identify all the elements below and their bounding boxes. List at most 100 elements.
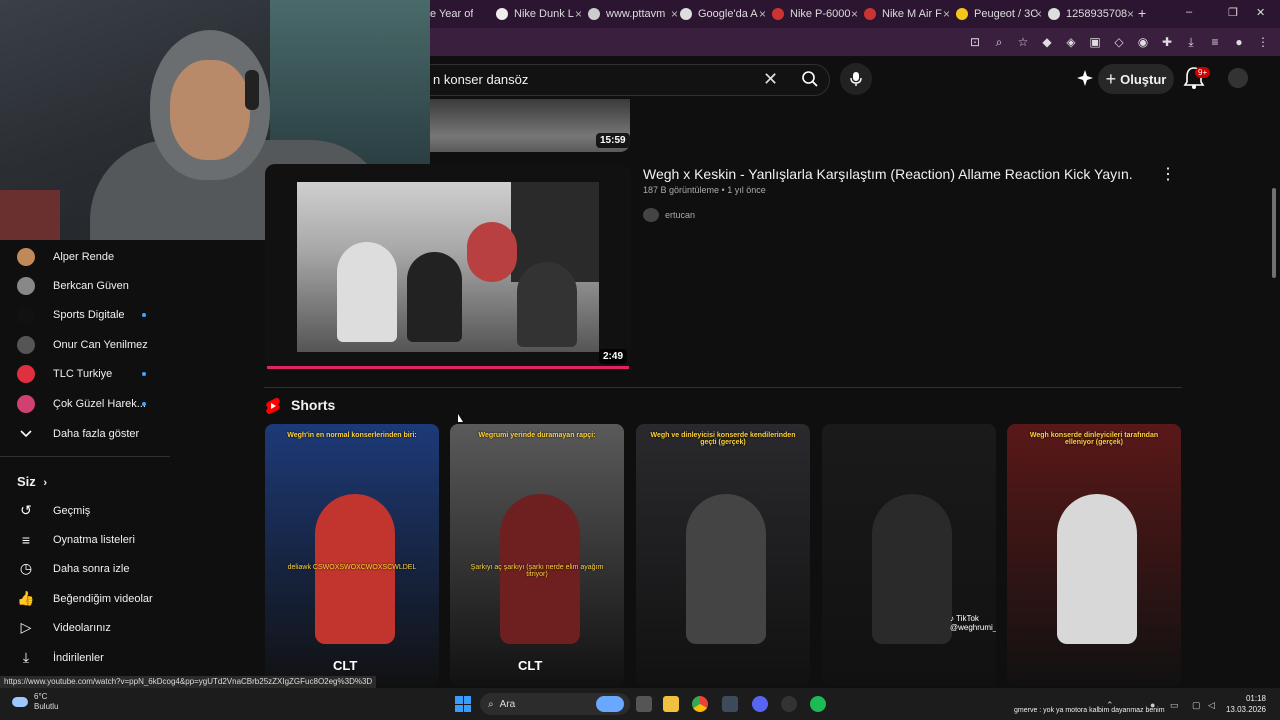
task-view-icon[interactable] — [636, 696, 652, 712]
account-avatar[interactable] — [1228, 68, 1248, 88]
sidebar-subscription-item[interactable]: Berkcan Güven — [0, 271, 170, 300]
browser-tab[interactable]: Peugeot / 3C × — [956, 4, 1042, 24]
keyboard-icon[interactable]: ▭ — [1170, 700, 1180, 710]
sidebar-item[interactable]: ↺ Geçmiş — [0, 496, 170, 525]
tab-close-icon[interactable]: × — [575, 7, 582, 21]
sidebar-item[interactable]: ◷ Daha sonra izle — [0, 554, 170, 583]
short-card[interactable]: Wegrumi yerinde duramayan rapçi: Şarkıyı … — [450, 424, 624, 686]
browser-tab[interactable]: 1258935708 × — [1048, 4, 1134, 24]
obs-icon[interactable] — [781, 696, 797, 712]
sidebar-item[interactable]: 👍 Beğendiğim videolar — [0, 584, 170, 613]
channel-name: Onur Can Yenilmez — [53, 338, 148, 351]
discord-icon[interactable] — [752, 696, 768, 712]
browser-tab[interactable]: Google'da A × — [680, 4, 766, 24]
reading-list-icon[interactable]: ≡ — [1208, 35, 1222, 49]
video-thumbnail[interactable]: 2:49 — [265, 164, 631, 369]
volume-icon[interactable]: ◁ — [1208, 700, 1218, 710]
browser-tab[interactable]: Nike Dunk L × — [496, 4, 582, 24]
sidebar-subscription-item[interactable]: TLC Turkiye — [0, 359, 170, 388]
tab-close-icon[interactable]: × — [1035, 7, 1042, 21]
short-card[interactable]: ♪ TikTok @weghrumi_ — [822, 424, 996, 686]
browser-tab[interactable]: Nike P-6000 × — [772, 4, 858, 24]
voice-search-button[interactable] — [840, 63, 872, 95]
extension-icon[interactable]: ◇ — [1112, 35, 1126, 49]
search-icon — [802, 71, 818, 87]
restore-icon[interactable]: ❐ — [1228, 6, 1238, 19]
weather-text: Bulutlu — [34, 702, 59, 711]
sidebar-subscription-item[interactable]: Alper Rende — [0, 242, 170, 271]
tab-close-icon[interactable]: × — [759, 7, 766, 21]
profile-icon[interactable]: ● — [1232, 35, 1246, 49]
microphone-icon[interactable]: ● — [1150, 700, 1160, 710]
show-more-button[interactable]: Daha fazla göster — [0, 419, 170, 448]
you-section-header[interactable]: Siz › — [17, 474, 47, 489]
tab-close-icon[interactable]: × — [943, 7, 950, 21]
live-dot — [142, 401, 146, 406]
channel-avatar-image — [17, 335, 35, 354]
extension-icon[interactable]: ◉ — [1136, 35, 1150, 49]
chrome-icon[interactable] — [692, 696, 708, 712]
tab-close-icon[interactable]: × — [851, 7, 858, 21]
widget-icon[interactable] — [596, 696, 624, 712]
video-title[interactable]: Wegh x Keskin - Yanlışlarla Karşılaştım … — [643, 166, 1133, 182]
clear-search-icon[interactable]: ✕ — [763, 69, 778, 90]
taskbar-clock[interactable]: 01:18 13.03.2026 — [1222, 693, 1266, 715]
sidebar-item-label: Beğendiğim videolar — [53, 592, 153, 605]
search-input[interactable]: n konser dansöz — [433, 72, 528, 87]
short-performer — [872, 494, 952, 644]
video-thumbnail-previous[interactable]: 15:59 — [430, 99, 630, 152]
short-card[interactable]: Wegh ve dinleyicisi konserde kendilerind… — [636, 424, 810, 686]
create-button[interactable]: + Oluştur — [1098, 64, 1174, 94]
extension-icon[interactable]: ◆ — [1040, 35, 1054, 49]
channel-avatar — [17, 247, 35, 266]
sidebar-item-label: İndirilenler — [53, 651, 104, 664]
sidebar-item[interactable]: ▷ Videolarınız — [0, 613, 170, 642]
search-box[interactable]: n konser dansöz ✕ — [420, 64, 830, 96]
bookmark-star-icon[interactable]: ☆ — [1016, 35, 1030, 49]
windows-start-icon[interactable] — [455, 696, 471, 712]
show-more-label: Daha fazla göster — [53, 427, 140, 440]
search-button[interactable] — [792, 64, 828, 94]
sidebar-item[interactable]: ≡ Oynatma listeleri — [0, 525, 170, 554]
tray-chevron-icon[interactable]: ⌃ — [1106, 700, 1116, 710]
close-window-icon[interactable]: ✕ — [1256, 6, 1265, 19]
install-icon[interactable]: ⊡ — [968, 35, 982, 49]
sidebar-item-label: Oynatma listeleri — [53, 533, 135, 546]
spotify-icon[interactable] — [810, 696, 826, 712]
download-icon[interactable]: ⤓ — [1184, 35, 1198, 49]
browser-tab[interactable]: Nike M Air F × — [864, 4, 950, 24]
browser-tab[interactable]: www.pttavm × — [588, 4, 678, 24]
extension-icon[interactable]: ▣ — [1088, 35, 1102, 49]
page-scrollbar[interactable] — [1272, 188, 1276, 278]
more-options-icon[interactable]: ⋮ — [1160, 164, 1176, 184]
sparkle-icon[interactable] — [1076, 69, 1094, 87]
video-icon: ▷ — [20, 619, 32, 635]
network-icon[interactable]: ▢ — [1192, 700, 1202, 710]
channel-name: TLC Turkiye — [53, 367, 113, 380]
extensions-puzzle-icon[interactable]: ✚ — [1160, 35, 1174, 49]
thumbnail-image — [297, 182, 599, 352]
channel-name: Sports Digitale — [53, 308, 125, 321]
video-channel[interactable]: ertucan — [643, 208, 695, 222]
tab-title: e Year of — [430, 8, 474, 20]
tiktok-watermark: ♪ TikTok @weghrumi_ — [950, 614, 996, 632]
search-icon: ⌕ — [488, 698, 494, 710]
file-explorer-icon[interactable] — [663, 696, 679, 712]
tab-close-icon[interactable]: × — [671, 7, 678, 21]
zoom-icon[interactable]: ⌕ — [992, 35, 1006, 49]
sidebar-subscription-item[interactable]: Sports Digitale — [0, 300, 170, 329]
sidebar-item[interactable]: ⤓ İndirilenler — [0, 643, 170, 672]
new-tab-button[interactable]: + — [1138, 5, 1146, 21]
short-card[interactable]: Wegh konserde dinleyicileri tarafından e… — [1007, 424, 1181, 686]
sidebar-subscription-item[interactable]: Onur Can Yenilmez — [0, 330, 170, 359]
sidebar-subscription-item[interactable]: Çok Güzel Harek... — [0, 389, 170, 418]
tab-title: Peugeot / 3C — [974, 8, 1038, 20]
menu-icon[interactable]: ⋮ — [1256, 35, 1270, 49]
steam-icon[interactable] — [722, 696, 738, 712]
tab-close-icon[interactable]: × — [1127, 7, 1134, 21]
short-card[interactable]: Wegh'in en normal konserlerinden biri: de… — [265, 424, 439, 686]
channel-avatar — [17, 276, 35, 295]
weather-widget[interactable]: 6°C Bulutlu — [12, 692, 58, 712]
extension-icon[interactable]: ◈ — [1064, 35, 1078, 49]
minimize-icon[interactable]: – — [1186, 6, 1192, 18]
